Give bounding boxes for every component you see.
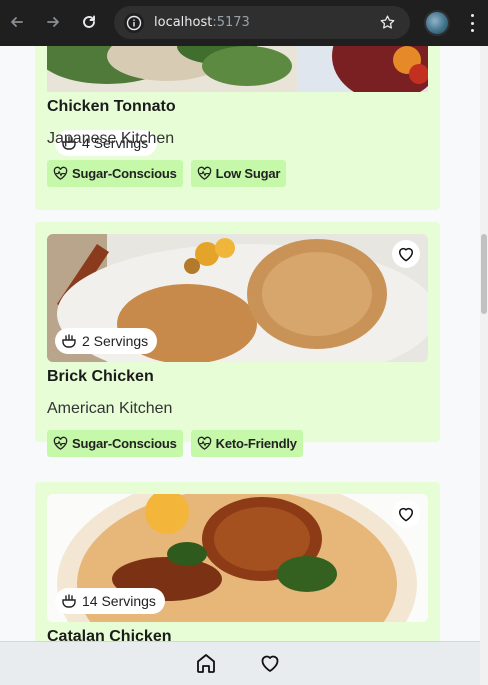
scrollbar-thumb[interactable] [481,234,487,314]
tag-label: Keto-Friendly [215,436,297,451]
recipe-photo[interactable]: 2 Servings [47,234,428,362]
servings-text: 14 Servings [82,593,156,609]
scrollbar[interactable] [480,46,488,685]
favorite-button[interactable] [392,500,420,528]
reload-icon[interactable] [76,9,102,35]
forward-arrow-icon[interactable] [40,9,66,35]
address-bar[interactable]: localhost:5173 [114,6,410,39]
recipe-cuisine: American Kitchen [47,400,173,417]
heart-pulse-icon [53,436,68,450]
home-nav-button[interactable] [193,650,219,676]
tag-label: Sugar-Conscious [72,166,177,181]
bottom-nav [0,641,480,685]
url-host: localhost [154,15,213,30]
recipe-image [47,46,428,101]
profile-avatar[interactable] [424,10,450,36]
health-tag: Sugar-Conscious [47,430,183,457]
browser-toolbar: localhost:5173 [0,0,488,46]
tag-list: Sugar-Conscious Low Sugar [47,160,287,187]
recipe-photo[interactable]: 14 Servings [47,494,428,622]
servings-badge: 2 Servings [55,328,158,354]
heart-outline-icon [399,247,413,262]
recipe-list-page: 4 Servings Chicken Tonnato Japanese Kitc… [0,46,488,685]
site-info-icon[interactable] [124,12,144,33]
heart-pulse-icon [197,436,211,450]
health-tag: Keto-Friendly [190,430,303,457]
tag-label: Sugar-Conscious [72,436,177,451]
servings-text: 2 Servings [82,333,149,349]
menu-kebab-icon[interactable] [462,12,482,34]
heart-outline-icon [399,507,413,522]
favorites-nav-button[interactable] [257,650,283,676]
url-port: :5173 [212,15,250,30]
back-arrow-icon[interactable] [4,9,30,35]
recipe-card[interactable]: 2 Servings Brick Chicken American Kitche… [35,222,440,457]
bookmark-star-icon[interactable] [379,14,396,35]
health-tag: Low Sugar [190,160,287,187]
servings-badge: 14 Servings [55,588,165,614]
heart-outline-icon [261,655,279,672]
recipe-title[interactable]: Chicken Tonnato [47,98,176,116]
tag-list: Sugar-Conscious Keto-Friendly [47,430,303,457]
pot-icon [62,594,76,608]
tag-label: Low Sugar [215,166,281,181]
recipe-card[interactable]: 4 Servings Chicken Tonnato Japanese Kitc… [35,46,440,210]
recipe-cuisine: Japanese Kitchen [47,130,175,147]
heart-pulse-icon [53,166,68,180]
heart-pulse-icon [197,166,211,180]
url-text: localhost:5173 [154,15,250,30]
health-tag: Sugar-Conscious [47,160,183,187]
favorite-button[interactable] [392,240,420,268]
recipe-title[interactable]: Brick Chicken [47,368,154,386]
home-icon [197,654,215,673]
pot-icon [62,334,76,348]
